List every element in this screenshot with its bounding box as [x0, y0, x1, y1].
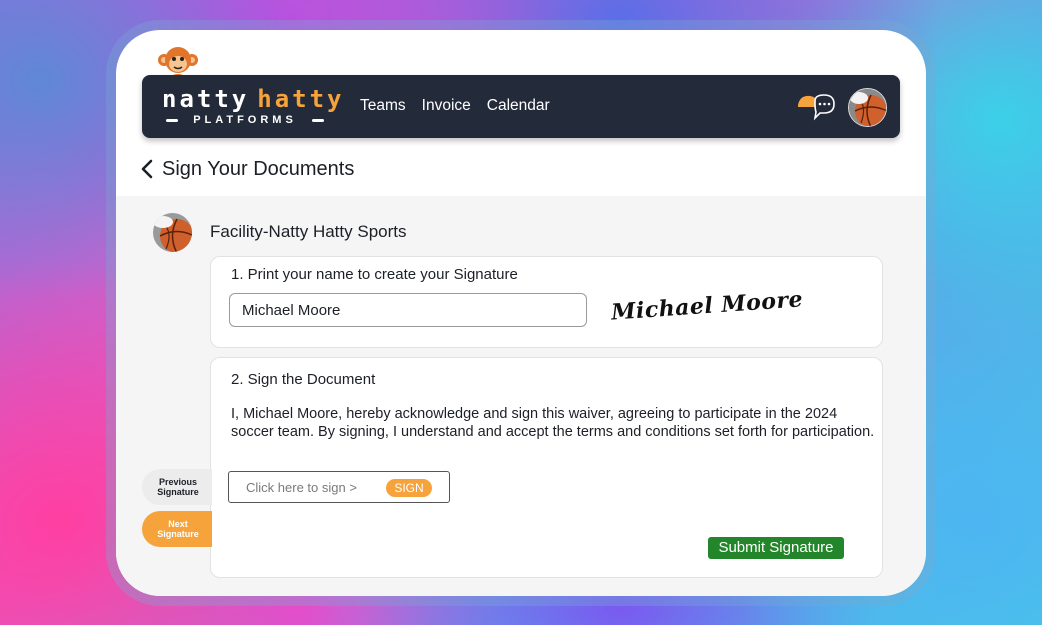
page-header: Sign Your Documents [140, 156, 354, 182]
next-signature-label: Next Signature [157, 519, 199, 539]
previous-signature-button[interactable]: Previous Signature [142, 469, 212, 505]
step2-label: 2. Sign the Document [231, 371, 376, 388]
next-signature-button[interactable]: Next Signature [142, 511, 212, 547]
chevron-left-icon[interactable] [140, 158, 154, 180]
step2-panel: 2. Sign the Document I, Michael Moore, h… [210, 357, 883, 578]
basketball-avatar [849, 89, 886, 126]
basketball-icon [153, 213, 192, 252]
user-avatar[interactable] [848, 88, 887, 127]
facility-name: Facility-Natty Hatty Sports [210, 222, 407, 241]
nav-link-invoice[interactable]: Invoice [422, 96, 471, 116]
page-title: Sign Your Documents [162, 157, 355, 180]
waiver-text: I, Michael Moore, hereby acknowledge and… [231, 406, 875, 440]
brand-logo[interactable]: natty hatty PLATFORMS [162, 86, 341, 128]
facility-avatar [153, 213, 192, 252]
brand-word-1: natty [162, 85, 250, 113]
brand-wordmark: natty hatty [162, 86, 345, 112]
sign-badge[interactable]: SIGN [386, 479, 432, 497]
next-line2: Signature [157, 529, 199, 539]
nav-link-calendar[interactable]: Calendar [487, 96, 550, 116]
brand-word-2: hatty [257, 85, 345, 113]
previous-signature-label: Previous Signature [157, 477, 199, 497]
brand-subtitle: PLATFORMS [166, 113, 324, 127]
sign-field[interactable]: Click here to sign > SIGN [228, 471, 450, 503]
previous-line2: Signature [157, 487, 199, 497]
main-card: Teams Invoice Calendar natty hatty PLATF… [116, 30, 926, 596]
step1-label: 1. Print your name to create your Signat… [231, 266, 518, 283]
name-input[interactable] [229, 293, 587, 327]
next-line1: Next [168, 519, 188, 529]
sign-hint: Click here to sign > [246, 480, 357, 495]
step1-panel: 1. Print your name to create your Signat… [210, 256, 883, 348]
previous-line1: Previous [158, 477, 197, 487]
submit-signature-button[interactable]: Submit Signature [708, 537, 844, 559]
chat-icon[interactable] [796, 91, 838, 123]
signature-preview: Michael Moore [610, 286, 804, 326]
nav-link-teams[interactable]: Teams [360, 96, 406, 116]
nav-links: Teams Invoice Calendar [360, 96, 550, 116]
